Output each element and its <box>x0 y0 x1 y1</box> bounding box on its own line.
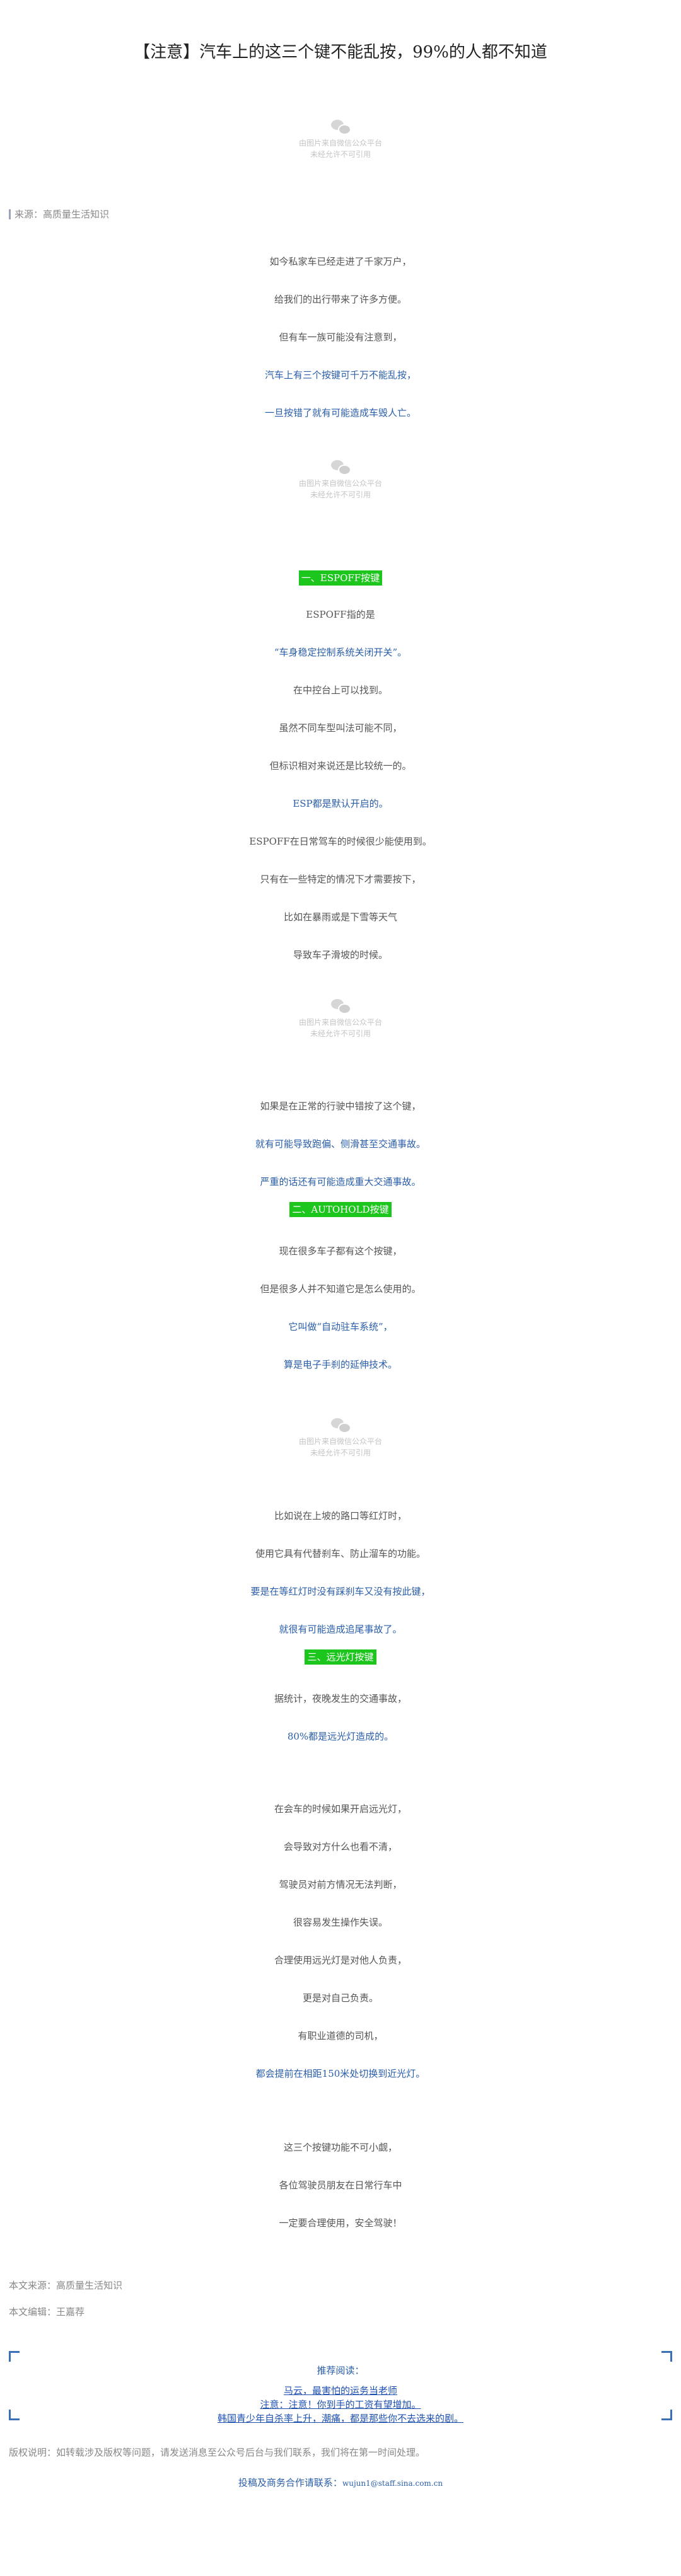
image-caption-line1: 由图片来自微信公众平台 <box>298 1437 382 1446</box>
article-title: 【注意】汽车上的这三个键不能乱按，99%的人都不知道 <box>134 43 547 62</box>
paragraph-highlight: 就有可能导致跑偏、侧滑甚至交通事故。 <box>255 1138 426 1150</box>
recommend-link[interactable]: 韩国青少年自杀率上升，潮痛，都是那些你不去选来的剧。 <box>9 2411 672 2425</box>
paragraph: 这三个按键功能不可小觑， <box>283 2142 397 2153</box>
paragraph: 更是对自己负责。 <box>302 1992 378 2004</box>
wechat-icon <box>331 999 351 1014</box>
image-placeholder: 由图片来自微信公众平台 未经允许不可引用 <box>214 120 467 189</box>
image-placeholder: 由图片来自微信公众平台 未经允许不可引用 <box>214 999 467 1068</box>
paragraph-highlight: 算是电子手刹的延伸技术。 <box>283 1359 397 1370</box>
paragraph-highlight: 它叫做“自动驻车系统”， <box>288 1321 393 1332</box>
image-caption-line1: 由图片来自微信公众平台 <box>298 479 382 488</box>
paragraph-highlight: 一旦按错了就有可能造成车毁人亡。 <box>264 407 416 419</box>
paragraph-highlight: “车身稳定控制系统关闭开关”。 <box>274 647 407 658</box>
paragraph: 但是很多人并不知道它是怎么使用的。 <box>260 1283 421 1295</box>
paragraph: 在中控台上可以找到。 <box>293 684 388 696</box>
image-caption-line1: 由图片来自微信公众平台 <box>298 1018 382 1027</box>
image-caption-line1: 由图片来自微信公众平台 <box>298 139 382 147</box>
wechat-icon <box>331 460 351 475</box>
paragraph-highlight: ESP都是默认开启的。 <box>293 798 388 809</box>
paragraph: 驾驶员对前方情况无法判断， <box>279 1879 402 1890</box>
paragraph-highlight: 汽车上有三个按键可千万不能乱按， <box>264 369 416 381</box>
paragraph: 现在很多车子都有这个按键， <box>279 1245 402 1257</box>
wechat-icon <box>331 120 351 135</box>
paragraph: 各位驾驶员朋友在日常行车中 <box>279 2180 402 2191</box>
paragraph: ESPOFF指的是 <box>306 609 375 620</box>
paragraph: 虽然不同车型叫法可能不同， <box>279 722 402 734</box>
paragraph: 据统计，夜晚发生的交通事故， <box>274 1693 407 1704</box>
paragraph-highlight: 都会提前在相距150米处切换到近光灯。 <box>255 2068 426 2079</box>
section-heading-label: 三、远光灯按键 <box>305 1649 376 1665</box>
paragraph: 很容易发生操作失误。 <box>293 1917 388 1928</box>
paragraph: 但标识相对来说还是比较统一的。 <box>269 760 412 771</box>
paragraph: 如果是在正常的行驶中错按了这个键， <box>260 1100 421 1112</box>
contact-line: 投稿及商务合作请联系：wujun1@staff.sina.com.cn <box>0 2476 681 2489</box>
copyright-notice: 版权说明：如转载涉及版权等问题，请发送消息至公众号后台与我们联系，我们将在第一时… <box>9 2447 426 2458</box>
paragraph: 一定要合理使用，安全驾驶！ <box>279 2217 402 2229</box>
paragraph-highlight: 要是在等红灯时没有踩刹车又没有按此键， <box>250 1586 431 1597</box>
image-caption-line2: 未经允许不可引用 <box>310 1029 371 1038</box>
article-editor: 本文编辑：王嘉荐 <box>9 2306 85 2318</box>
image-caption-line2: 未经允许不可引用 <box>310 490 371 499</box>
paragraph-highlight: 就很有可能造成追尾事故了。 <box>279 1624 402 1635</box>
paragraph: 如今私家车已经走进了千家万户， <box>269 256 412 267</box>
section-heading-label: 一、ESPOFF按键 <box>298 570 383 586</box>
paragraph: 使用它具有代替刹车、防止溜车的功能。 <box>255 1548 426 1559</box>
section-heading-espoff: 一、ESPOFF按键 <box>0 570 681 586</box>
corner-bracket-icon <box>9 2351 20 2362</box>
contact-email-link[interactable]: wujun1@staff.sina.com.cn <box>342 2479 443 2488</box>
section-heading-high-beam: 三、远光灯按键 <box>0 1649 681 1665</box>
paragraph: 给我们的出行带来了许多方便。 <box>274 294 407 305</box>
recommend-link[interactable]: 注意：注意！你到手的工资有望增加。 <box>9 2398 672 2411</box>
paragraph: 比如在暴雨或是下雪等天气 <box>283 911 397 923</box>
paragraph: 合理使用远光灯是对他人负责， <box>274 1955 407 1966</box>
article-page: 【注意】汽车上的这三个键不能乱按，99%的人都不知道 由图片来自微信公众平台 未… <box>0 0 681 2576</box>
paragraph: 只有在一些特定的情况下才需要按下， <box>260 874 421 885</box>
paragraph-highlight: 严重的话还有可能造成重大交通事故。 <box>260 1176 421 1187</box>
paragraph: ESPOFF在日常驾车的时候很少能使用到。 <box>249 836 432 847</box>
article-source: 来源：高质量生活知识 <box>9 209 109 219</box>
recommend-link[interactable]: 马云，最害怕的运务当老师 <box>9 2384 672 2397</box>
section-heading-label: 二、AUTOHOLD按键 <box>289 1202 392 1217</box>
recommend-reading-box: 推荐阅读： 马云，最害怕的运务当老师 注意：注意！你到手的工资有望增加。 韩国青… <box>9 2351 672 2424</box>
corner-bracket-icon <box>661 2351 672 2362</box>
paragraph: 在会车的时候如果开启远光灯， <box>274 1803 407 1815</box>
image-placeholder: 由图片来自微信公众平台 未经允许不可引用 <box>214 460 467 529</box>
paragraph: 但有车一族可能没有注意到， <box>279 332 402 343</box>
paragraph: 有职业道德的司机， <box>298 2030 383 2042</box>
article-source-footer: 本文来源：高质量生活知识 <box>9 2280 123 2291</box>
image-placeholder: 由图片来自微信公众平台 未经允许不可引用 <box>214 1418 467 1487</box>
paragraph: 会导致对方什么也看不清， <box>283 1841 397 1852</box>
paragraph: 比如说在上坡的路口等红灯时， <box>274 1510 407 1522</box>
recommend-title: 推荐阅读： <box>317 2365 364 2376</box>
image-caption-line2: 未经允许不可引用 <box>310 150 371 159</box>
wechat-icon <box>331 1418 351 1433</box>
image-caption-line2: 未经允许不可引用 <box>310 1448 371 1457</box>
paragraph-highlight: 80%都是远光灯造成的。 <box>287 1731 394 1742</box>
contact-label: 投稿及商务合作请联系： <box>238 2477 342 2488</box>
section-heading-autohold: 二、AUTOHOLD按键 <box>0 1202 681 1217</box>
paragraph: 导致车子滑坡的时候。 <box>293 949 388 961</box>
